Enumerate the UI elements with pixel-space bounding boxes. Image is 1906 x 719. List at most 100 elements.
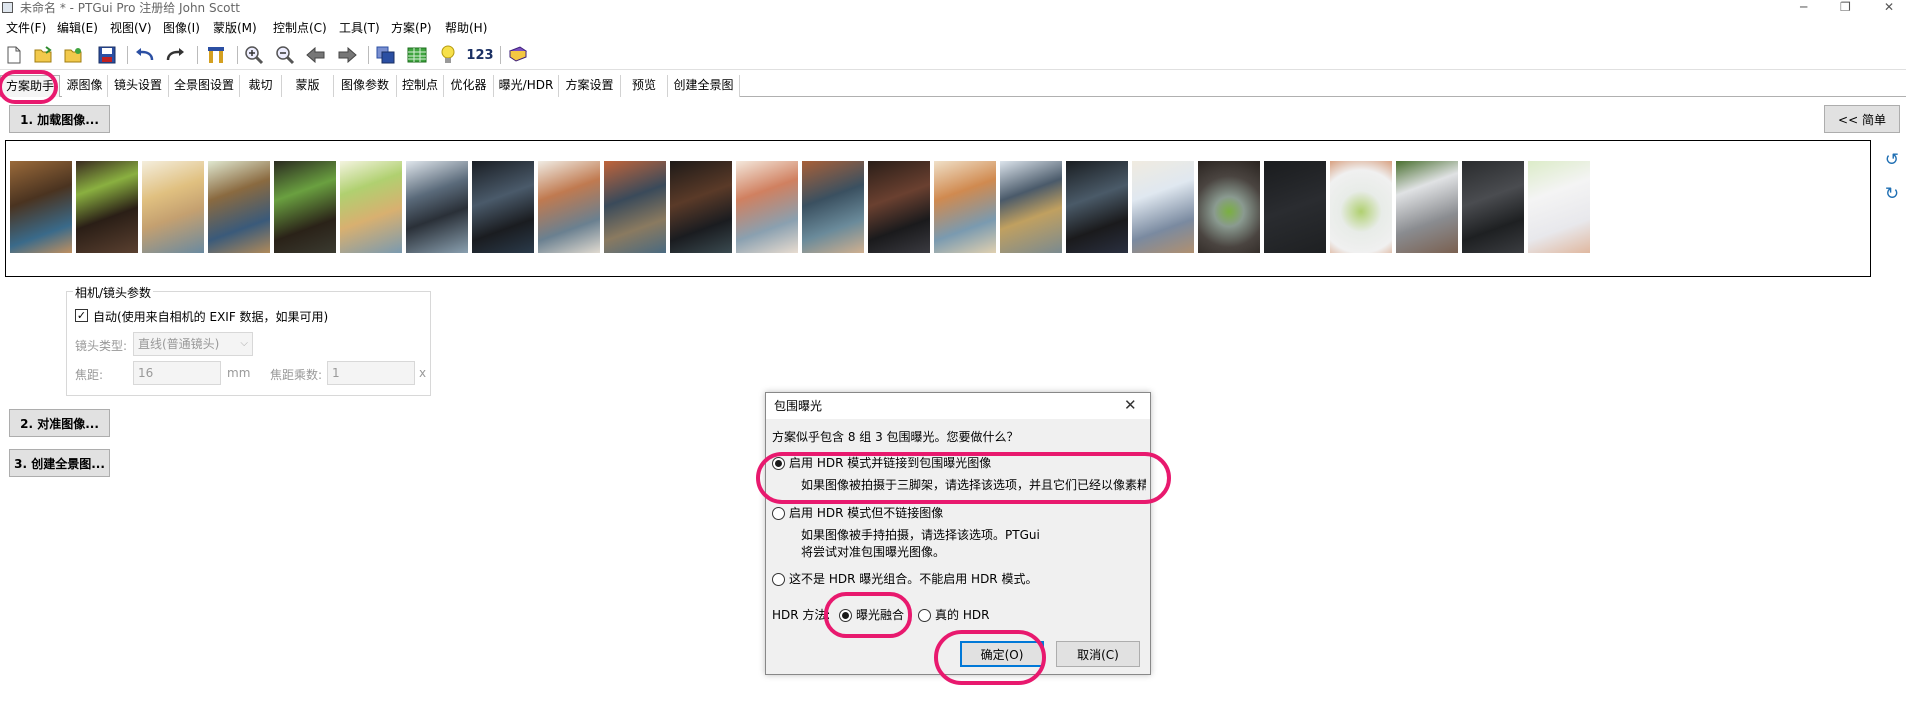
focal-unit-label: mm (227, 366, 251, 380)
create-panorama-button[interactable]: 3. 创建全景图... (9, 449, 110, 477)
tab-image-parameters[interactable]: 图像参数 (334, 75, 397, 97)
image-thumbnail[interactable] (1462, 161, 1524, 253)
new-file-icon[interactable] (2, 44, 26, 66)
tab-optimizer-visible[interactable]: 优化器 (444, 75, 494, 97)
image-thumbnail[interactable] (1198, 161, 1260, 253)
multiplier-label: 焦距乘数: (270, 368, 323, 382)
tools-icon[interactable] (204, 44, 228, 66)
image-thumbnail[interactable] (142, 161, 204, 253)
tab-create-panorama[interactable]: 创建全景图 (668, 75, 740, 97)
tab-control-points[interactable]: 控制点 (397, 75, 444, 97)
camera-lens-group: 相机/镜头参数 ✓ 自动(使用来自相机的 EXIF 数据，如果可用) 镜头类型:… (66, 284, 431, 396)
option2-label: 启用 HDR 模式但不链接图像 (789, 506, 944, 520)
multiplier-suffix: x (419, 366, 427, 380)
stack-images-icon[interactable] (374, 44, 398, 66)
menu-image[interactable]: 图像(I) (163, 20, 200, 36)
tab-panorama-settings[interactable]: 全景图设置 (169, 75, 240, 97)
auto-exif-checkbox[interactable]: ✓ (75, 309, 88, 322)
image-thumbnail[interactable] (340, 161, 402, 253)
image-thumbnail[interactable] (10, 161, 72, 253)
option2-description-line2: 将尝试对准包围曝光图像。 (801, 545, 946, 559)
tab-lens-settings[interactable]: 镜头设置 (108, 75, 169, 97)
toolbar-separator (368, 46, 369, 64)
image-thumbnail[interactable] (1066, 161, 1128, 253)
image-thumbnail-strip[interactable] (5, 140, 1871, 277)
dialog-close-icon[interactable]: ✕ (1124, 396, 1137, 414)
image-thumbnail[interactable] (604, 161, 666, 253)
toolbar-separator (127, 46, 128, 64)
tab-source-images[interactable]: 源图像 (62, 75, 108, 97)
tab-bar: 方案助手 源图像 镜头设置 全景图设置 裁切 蒙版 图像参数 控制点 优化器 曝… (0, 75, 1906, 97)
table-icon[interactable] (405, 44, 429, 66)
image-thumbnail[interactable] (736, 161, 798, 253)
menu-tools[interactable]: 工具(T) (339, 20, 380, 36)
window-title: 未命名 * - PTGui Pro 注册给 John Scott (20, 1, 240, 15)
forward-arrow-icon[interactable] (335, 44, 359, 66)
lightbulb-icon[interactable] (436, 44, 460, 66)
image-thumbnail[interactable] (1000, 161, 1062, 253)
restore-icon[interactable]: ❐ (1840, 0, 1851, 14)
lens-type-label: 镜头类型: (75, 339, 128, 353)
image-thumbnail[interactable] (1330, 161, 1392, 253)
option3-radio[interactable] (772, 573, 785, 586)
numbering-icon[interactable]: 123 (466, 44, 494, 66)
zoom-in-icon[interactable] (242, 44, 266, 66)
rotate-right-icon[interactable]: ↻ (1884, 186, 1900, 203)
menu-view[interactable]: 视图(V) (110, 20, 152, 36)
tab-exposure-hdr[interactable]: 曝光/HDR (494, 75, 559, 97)
image-thumbnail[interactable] (274, 161, 336, 253)
cancel-button[interactable]: 取消(C) (1056, 641, 1140, 667)
tab-crop[interactable]: 裁切 (240, 75, 282, 97)
save-icon[interactable] (95, 44, 119, 66)
book-icon[interactable] (506, 44, 530, 66)
simple-mode-button[interactable]: << 简单 (1824, 105, 1900, 133)
redo-icon[interactable] (163, 44, 187, 66)
undo-icon[interactable] (133, 44, 157, 66)
dialog-question: 方案似乎包含 8 组 3 包围曝光。您要做什么？ (772, 430, 1019, 444)
lens-type-select: 直线(普通镜头) ⌵ (133, 332, 253, 356)
open-folder-icon[interactable] (32, 44, 56, 66)
image-thumbnail[interactable] (868, 161, 930, 253)
menu-help[interactable]: 帮助(H) (445, 20, 487, 36)
image-thumbnail[interactable] (1396, 161, 1458, 253)
menu-edit[interactable]: 编辑(E) (57, 20, 98, 36)
minimize-icon[interactable]: ─ (1800, 0, 1807, 14)
menu-control-points[interactable]: 控制点(C) (273, 20, 327, 36)
image-thumbnail[interactable] (208, 161, 270, 253)
menu-mask[interactable]: 蒙版(M) (213, 20, 257, 36)
dialog-title: 包围曝光 (766, 393, 1150, 419)
zoom-out-icon[interactable] (273, 44, 297, 66)
title-bar: 未命名 * - PTGui Pro 注册给 John Scott ─ ❐ ✕ (0, 0, 1906, 16)
image-thumbnail[interactable] (670, 161, 732, 253)
close-icon[interactable]: ✕ (1884, 0, 1894, 14)
image-thumbnail[interactable] (934, 161, 996, 253)
method-true-hdr-radio[interactable] (918, 609, 931, 622)
tab-mask[interactable]: 蒙版 (282, 75, 334, 97)
align-images-button[interactable]: 2. 对准图像... (9, 409, 110, 437)
tab-preview[interactable]: 预览 (621, 75, 668, 97)
image-thumbnail[interactable] (538, 161, 600, 253)
image-thumbnail[interactable] (1264, 161, 1326, 253)
image-thumbnail[interactable] (472, 161, 534, 253)
back-arrow-icon[interactable] (304, 44, 328, 66)
load-images-button[interactable]: 1. 加载图像... (9, 105, 110, 133)
menu-bar: 文件(F) 编辑(E) 视图(V) 图像(I) 蒙版(M) 控制点(C) 工具(… (0, 18, 1906, 38)
toolbar-separator (197, 46, 198, 64)
tab-project-settings[interactable]: 方案设置 (559, 75, 621, 97)
image-thumbnail[interactable] (76, 161, 138, 253)
open-recent-icon[interactable] (62, 44, 86, 66)
image-thumbnail[interactable] (1132, 161, 1194, 253)
option3-label: 这不是 HDR 曝光组合。不能启用 HDR 模式。 (789, 572, 1038, 586)
rotate-left-icon[interactable]: ↺ (1884, 152, 1900, 169)
option2-radio[interactable] (772, 507, 785, 520)
focal-length-input: 16 (133, 361, 221, 385)
toolbar-separator (500, 46, 501, 64)
auto-exif-label: 自动(使用来自相机的 EXIF 数据，如果可用) (93, 310, 329, 324)
menu-file[interactable]: 文件(F) (6, 20, 46, 36)
image-thumbnail[interactable] (406, 161, 468, 253)
app-icon (2, 2, 13, 13)
image-thumbnail[interactable] (802, 161, 864, 253)
image-thumbnail[interactable] (1528, 161, 1590, 253)
menu-project[interactable]: 方案(P) (391, 20, 432, 36)
highlight-ok-button (934, 630, 1046, 685)
